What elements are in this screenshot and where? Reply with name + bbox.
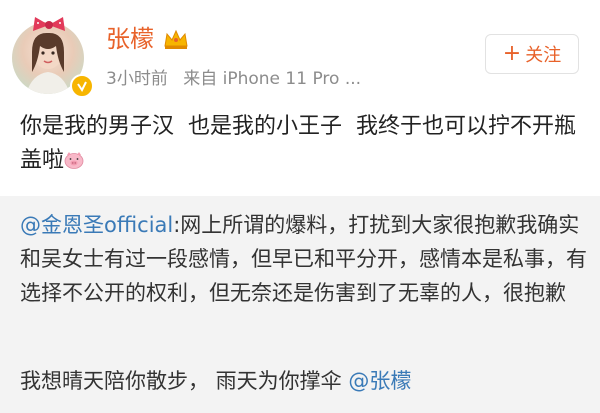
- post-time: 3小时前: [106, 69, 168, 89]
- post-meta: 3小时前 来自 iPhone 11 Pro ...: [106, 68, 361, 90]
- post-text: 你是我的男子汉 也是我的小王子 我终于也可以拧不开瓶盖啦: [20, 110, 590, 178]
- follow-label: 关注: [525, 45, 562, 66]
- plus-icon: +: [502, 41, 522, 66]
- repost-footer: 我想晴天陪你散步， 雨天为你撑伞 @张檬: [20, 366, 590, 396]
- post-source[interactable]: 来自 iPhone 11 Pro ...: [183, 69, 361, 89]
- repost-mention-link[interactable]: @金恩圣official: [20, 213, 173, 237]
- repost-text: @金恩圣official:网上所谓的爆料，打扰到大家很抱歉我确实和吴女士有过一段…: [20, 208, 590, 310]
- repost-footer-text: 我想晴天陪你散步， 雨天为你撑伞: [20, 369, 349, 393]
- footer-mention-link[interactable]: @张檬: [348, 369, 411, 393]
- avatar[interactable]: [12, 16, 94, 98]
- bow-icon: [33, 17, 65, 31]
- pig-emoji-icon: [64, 152, 84, 169]
- post-header: 张檬 3小时前 来自 iPhone 11 Pro ... + 关注: [0, 0, 600, 110]
- repost-card[interactable]: @金恩圣official:网上所谓的爆料，打扰到大家很抱歉我确实和吴女士有过一段…: [0, 196, 600, 413]
- verified-badge-icon: [70, 74, 94, 98]
- crown-icon[interactable]: [163, 28, 189, 50]
- username[interactable]: 张檬: [106, 24, 154, 54]
- follow-button[interactable]: + 关注: [485, 34, 579, 74]
- post-text-body: 你是我的男子汉 也是我的小王子 我终于也可以拧不开瓶盖啦: [20, 114, 576, 173]
